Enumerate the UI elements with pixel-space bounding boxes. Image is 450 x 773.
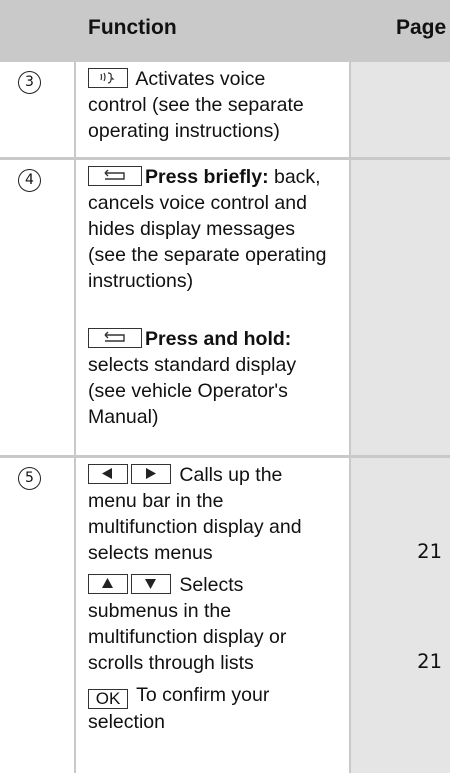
submenu-line-2: submenus in the (88, 600, 232, 622)
right-arrow-key-icon (131, 464, 171, 484)
press-hold-line-2: (see vehicle Operator's (88, 380, 288, 402)
menu-line-4: selects menus (88, 542, 213, 564)
row-page-cell: 21 21 (351, 458, 450, 773)
table-header: Function Page (0, 0, 450, 60)
left-arrow-key-icon (88, 464, 128, 484)
row-number: 5 (18, 467, 41, 490)
row-number: 4 (18, 169, 41, 192)
row-function-cell: Calls up the menu bar in the multifuncti… (76, 458, 349, 773)
press-briefly-line-4: (see the separate operating (88, 244, 327, 266)
up-arrow-key-icon (88, 574, 128, 594)
ok-line-2: selection (88, 711, 165, 733)
function-table: Function Page 3 Activates voice control … (0, 0, 450, 773)
row-number-cell: 5 (0, 458, 74, 773)
submenu-description: Selects submenus in the multifunction di… (88, 572, 346, 676)
back-key-icon (88, 328, 142, 348)
page-column-header: Page (396, 16, 447, 39)
row-page-cell (351, 160, 450, 455)
press-briefly-label: Press briefly: (145, 166, 269, 188)
down-arrow-key-icon (131, 574, 171, 594)
press-briefly-line-1: back, (268, 166, 321, 188)
menu-line-3: multifunction display and (88, 516, 302, 538)
menu-line-2: menu bar in the (88, 490, 224, 512)
ok-line-1: To confirm your (136, 684, 270, 706)
voice-line-3: operating instructions) (88, 120, 280, 142)
voice-control-key-icon (88, 68, 128, 88)
menu-line-1: Calls up the (179, 464, 283, 486)
press-hold-line-1: selects standard display (88, 354, 297, 376)
submenu-line-1: Selects (179, 574, 244, 596)
table-row: 4 Press briefly: back, cancels voice con… (0, 160, 450, 455)
press-briefly-line-2: cancels voice control and (88, 192, 307, 214)
submenu-page-number: 21 (417, 650, 442, 673)
ok-key: OK (88, 689, 128, 709)
row-function-cell: Press briefly: back, cancels voice contr… (76, 160, 349, 455)
row-page-cell (351, 62, 450, 157)
ok-description: OK To confirm your selection (88, 682, 346, 735)
menu-page-number: 21 (417, 540, 442, 563)
table-row: 3 Activates voice control (see the separ… (0, 62, 450, 157)
press-hold-line-3: Manual) (88, 406, 159, 428)
press-briefly-line-5: instructions) (88, 270, 194, 292)
voice-line-1: Activates voice (135, 68, 266, 90)
voice-line-2: control (see the separate (88, 94, 304, 116)
press-hold-label: Press and hold: (145, 328, 292, 350)
menu-bar-description: Calls up the menu bar in the multifuncti… (88, 462, 346, 566)
back-key-icon (88, 166, 142, 186)
row-number: 3 (18, 71, 41, 94)
back-press-hold-description: Press and hold: selects standard display… (88, 326, 346, 430)
function-column-header: Function (88, 16, 177, 39)
voice-control-description: Activates voice control (see the separat… (88, 66, 346, 144)
press-briefly-line-3: hides display messages (88, 218, 296, 240)
table-row: 5 Calls up the menu bar in the multifunc… (0, 458, 450, 773)
submenu-line-4: scrolls through lists (88, 652, 254, 674)
row-number-cell: 3 (0, 62, 74, 157)
row-number-cell: 4 (0, 160, 74, 455)
row-function-cell: Activates voice control (see the separat… (76, 62, 349, 157)
submenu-line-3: multifunction display or (88, 626, 287, 648)
back-press-briefly-description: Press briefly: back, cancels voice contr… (88, 164, 346, 294)
